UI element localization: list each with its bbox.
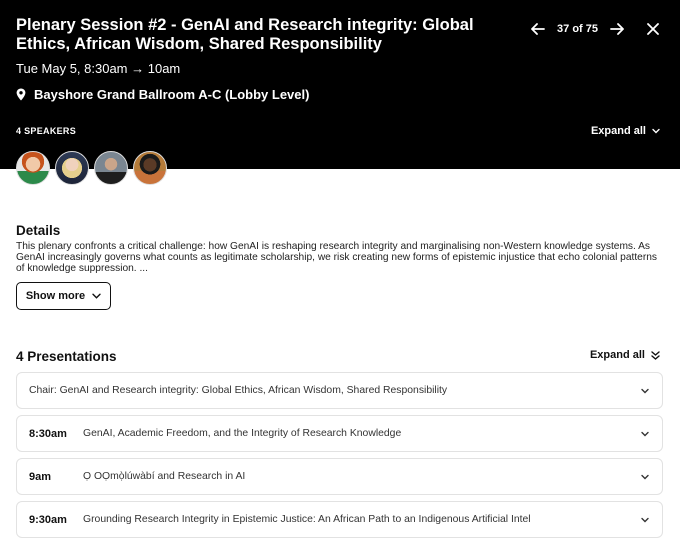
speaker-avatars	[16, 151, 172, 187]
presentations-heading: 4 Presentations	[16, 349, 117, 364]
session-datetime: Tue May 5, 8:30am → 10am	[16, 61, 181, 76]
chevron-down-icon	[641, 474, 649, 480]
arrow-right-icon	[610, 23, 624, 35]
details-description: This plenary confronts a critical challe…	[16, 241, 657, 275]
double-chevron-down-icon	[651, 350, 660, 360]
chevron-down-icon	[641, 388, 649, 394]
chevron-down-icon	[641, 517, 649, 523]
presentation-time: 8:30am	[29, 427, 67, 440]
expand-presentations-button[interactable]: Expand all	[590, 349, 660, 361]
chevron-down-icon	[652, 128, 660, 134]
presentation-title: Chair: GenAI and Research integrity: Glo…	[29, 385, 448, 396]
speaker-avatar-1[interactable]	[16, 151, 50, 185]
presentation-title: Ọ OỌmọ̀lúwàbí and Research in AI	[83, 471, 246, 482]
presentation-row[interactable]: 9am Ọ OỌmọ̀lúwàbí and Research in AI	[16, 458, 663, 495]
chevron-down-icon	[641, 431, 649, 437]
session-counter: 37 of 75	[557, 23, 598, 35]
presentation-time: 9am	[29, 470, 52, 483]
show-more-label: Show more	[25, 290, 86, 302]
speaker-avatar-2[interactable]	[55, 151, 89, 185]
speakers-count-label: 4 SPEAKERS	[16, 126, 77, 136]
expand-speakers-button[interactable]: Expand all	[591, 125, 660, 137]
presentation-row[interactable]: 8:30am GenAI, Academic Freedom, and the …	[16, 415, 663, 452]
show-more-button[interactable]: Show more	[16, 282, 111, 310]
expand-speakers-label: Expand all	[590, 125, 646, 137]
session-title: Plenary Session #2 - GenAI and Research …	[16, 16, 474, 53]
chevron-down-icon	[92, 293, 101, 299]
speaker-avatar-3[interactable]	[94, 151, 128, 185]
close-button[interactable]	[642, 18, 664, 40]
presentation-title: Grounding Research Integrity in Epistemi…	[83, 514, 531, 525]
speaker-avatar-4[interactable]	[133, 151, 167, 185]
expand-presentations-label: Expand all	[589, 349, 645, 361]
details-heading: Details	[16, 223, 61, 238]
presentation-title: GenAI, Academic Freedom, and the Integri…	[83, 428, 402, 439]
close-icon	[647, 23, 659, 35]
next-session-button[interactable]	[606, 18, 628, 40]
arrow-left-icon	[531, 23, 545, 35]
location-pin-icon	[16, 88, 28, 102]
session-header: Plenary Session #2 - GenAI and Research …	[0, 0, 680, 169]
prev-session-button[interactable]	[527, 18, 549, 40]
presentation-time: 9:30am	[29, 513, 67, 526]
session-pager: 37 of 75	[527, 18, 664, 40]
presentation-row[interactable]: 9:30am Grounding Research Integrity in E…	[16, 501, 663, 538]
presentation-row[interactable]: Chair: GenAI and Research integrity: Glo…	[16, 372, 663, 409]
session-location[interactable]: Bayshore Grand Ballroom A-C (Lobby Level…	[16, 87, 309, 102]
location-label: Bayshore Grand Ballroom A-C (Lobby Level…	[34, 87, 310, 102]
